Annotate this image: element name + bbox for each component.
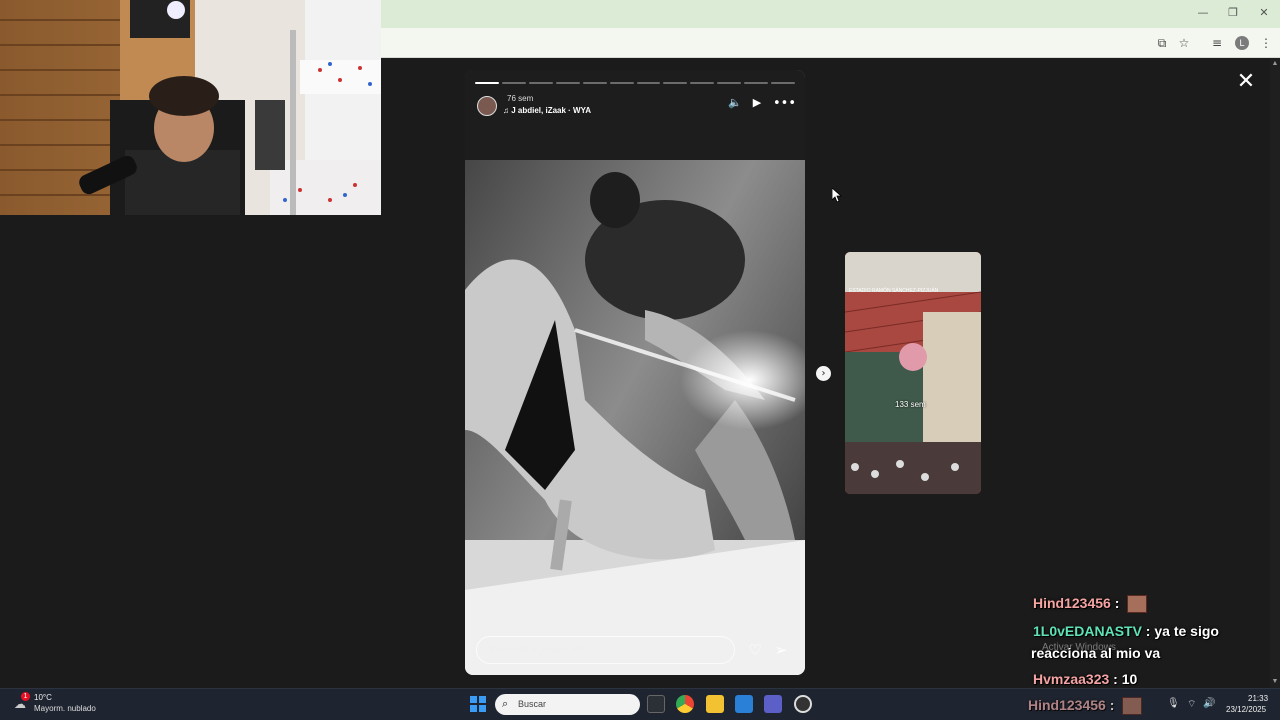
more-options-icon[interactable]: •••	[773, 96, 796, 111]
play-icon[interactable]: ▶	[749, 96, 765, 109]
weather-description[interactable]: Mayorm. nublado	[34, 704, 96, 713]
story-author-avatar[interactable]	[477, 96, 497, 116]
volume-icon[interactable]: 🔈	[727, 96, 743, 109]
profile-icon[interactable]: L	[1235, 36, 1249, 50]
story-time-ago: 76 sem	[507, 94, 534, 103]
speaker-icon[interactable]: 🔊	[1203, 698, 1215, 709]
bookmark-star-icon[interactable]: ☆	[1175, 34, 1193, 52]
chat-message: Hind123456 :	[1033, 595, 1148, 614]
story-card[interactable]: 76 sem ♫ J abdiel, iZaak · WYA 🔈 ▶ ••• R…	[465, 70, 805, 675]
install-icon[interactable]: ⧉	[1153, 34, 1171, 52]
chat-message: Hind123456 :	[1028, 697, 1143, 716]
chat-message: Hvmzaa323 : 10	[1033, 671, 1137, 687]
file-explorer-icon[interactable]	[706, 695, 724, 713]
chat-username: Hind123456	[1033, 595, 1111, 611]
next-story-preview[interactable]: ESTADIO RAMÓN SÁNCHEZ-PIZJUÁN 133 sem	[845, 252, 981, 494]
taskbar-search-input[interactable]: Buscar	[495, 694, 640, 715]
story-progress-bar	[475, 82, 796, 84]
menu-icon[interactable]: ⋮	[1257, 34, 1275, 52]
story-reply-input[interactable]: Responder a _angela_s02...	[476, 636, 735, 664]
chat-text: ya te sigo	[1154, 623, 1219, 639]
weather-temperature[interactable]: 10°C	[34, 693, 52, 702]
tab-search-icon[interactable]: ≡	[1208, 34, 1226, 52]
minimize-button[interactable]: —	[1188, 6, 1218, 19]
next-story-button[interactable]: ›	[816, 366, 831, 381]
page-scrollbar[interactable]	[1270, 58, 1280, 688]
chat-username: Hvmzaa323	[1033, 671, 1110, 687]
windows-start-icon[interactable]	[470, 696, 486, 712]
app-with-notification-icon[interactable]	[794, 695, 812, 713]
chat-text: 10	[1121, 671, 1138, 687]
chat-separator: :	[1110, 595, 1124, 611]
maximize-button[interactable]: ❐	[1218, 6, 1248, 19]
microphone-icon[interactable]: 🎙	[1167, 698, 1180, 709]
preview-time-ago: 133 sem	[895, 400, 926, 409]
preview-banner-text: ESTADIO RAMÓN SÁNCHEZ-PIZJUÁN	[849, 288, 939, 294]
task-view-icon[interactable]	[647, 695, 665, 713]
story-music-label[interactable]: ♫ J abdiel, iZaak · WYA	[503, 106, 591, 115]
wifi-icon[interactable]: ⌔	[1187, 698, 1196, 711]
share-send-icon[interactable]: ➢	[771, 640, 791, 660]
close-viewer-icon[interactable]: ✕	[1236, 71, 1256, 93]
chat-message-continuation: reacciona al mio va	[1031, 645, 1161, 661]
webcam-feed-image	[0, 0, 381, 215]
chat-username: Hind123456	[1028, 697, 1106, 713]
mouse-cursor-icon	[832, 188, 842, 202]
chat-separator: :	[1141, 623, 1155, 639]
webcam-overlay	[0, 0, 381, 215]
close-window-button[interactable]: ✕	[1249, 6, 1279, 19]
like-heart-icon[interactable]: ♡	[745, 640, 765, 660]
taskbar-clock-time[interactable]: 21:33	[1248, 694, 1268, 703]
scroll-down-arrow[interactable]: ▼	[1270, 677, 1280, 687]
story-music-text: J abdiel, iZaak · WYA	[511, 106, 591, 115]
chat-username: 1L0vEDANASTV	[1033, 623, 1142, 639]
story-photo	[465, 70, 805, 675]
chrome-icon[interactable]	[676, 695, 694, 713]
chat-emote	[1127, 595, 1148, 614]
search-icon: ⌕	[502, 697, 509, 710]
chat-emote	[1122, 697, 1143, 716]
chat-message: 1L0vEDANASTV : ya te sigo	[1033, 623, 1219, 639]
scroll-up-arrow[interactable]: ▲	[1270, 59, 1280, 69]
chat-separator: :	[1105, 697, 1119, 713]
teams-icon[interactable]	[764, 695, 782, 713]
weather-alert-badge: 1	[21, 692, 30, 701]
music-icon: ♫	[503, 106, 512, 115]
outlook-icon[interactable]	[735, 695, 753, 713]
taskbar-clock-date[interactable]: 23/12/2025	[1226, 705, 1266, 714]
chat-separator: :	[1109, 671, 1122, 687]
